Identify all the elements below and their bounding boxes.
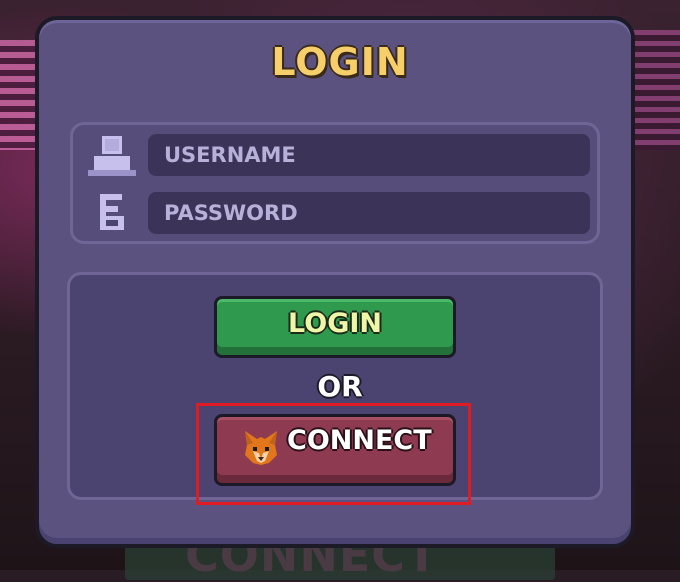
key-icon: [100, 194, 124, 230]
password-input[interactable]: [148, 192, 590, 234]
login-button[interactable]: LOGIN: [214, 296, 456, 358]
highlight-box: [196, 403, 471, 505]
panel-title: LOGIN: [271, 40, 409, 84]
user-icon: [88, 136, 136, 176]
or-separator: OR: [317, 370, 363, 403]
login-button-label: LOGIN: [288, 308, 382, 339]
username-input[interactable]: [148, 134, 590, 176]
